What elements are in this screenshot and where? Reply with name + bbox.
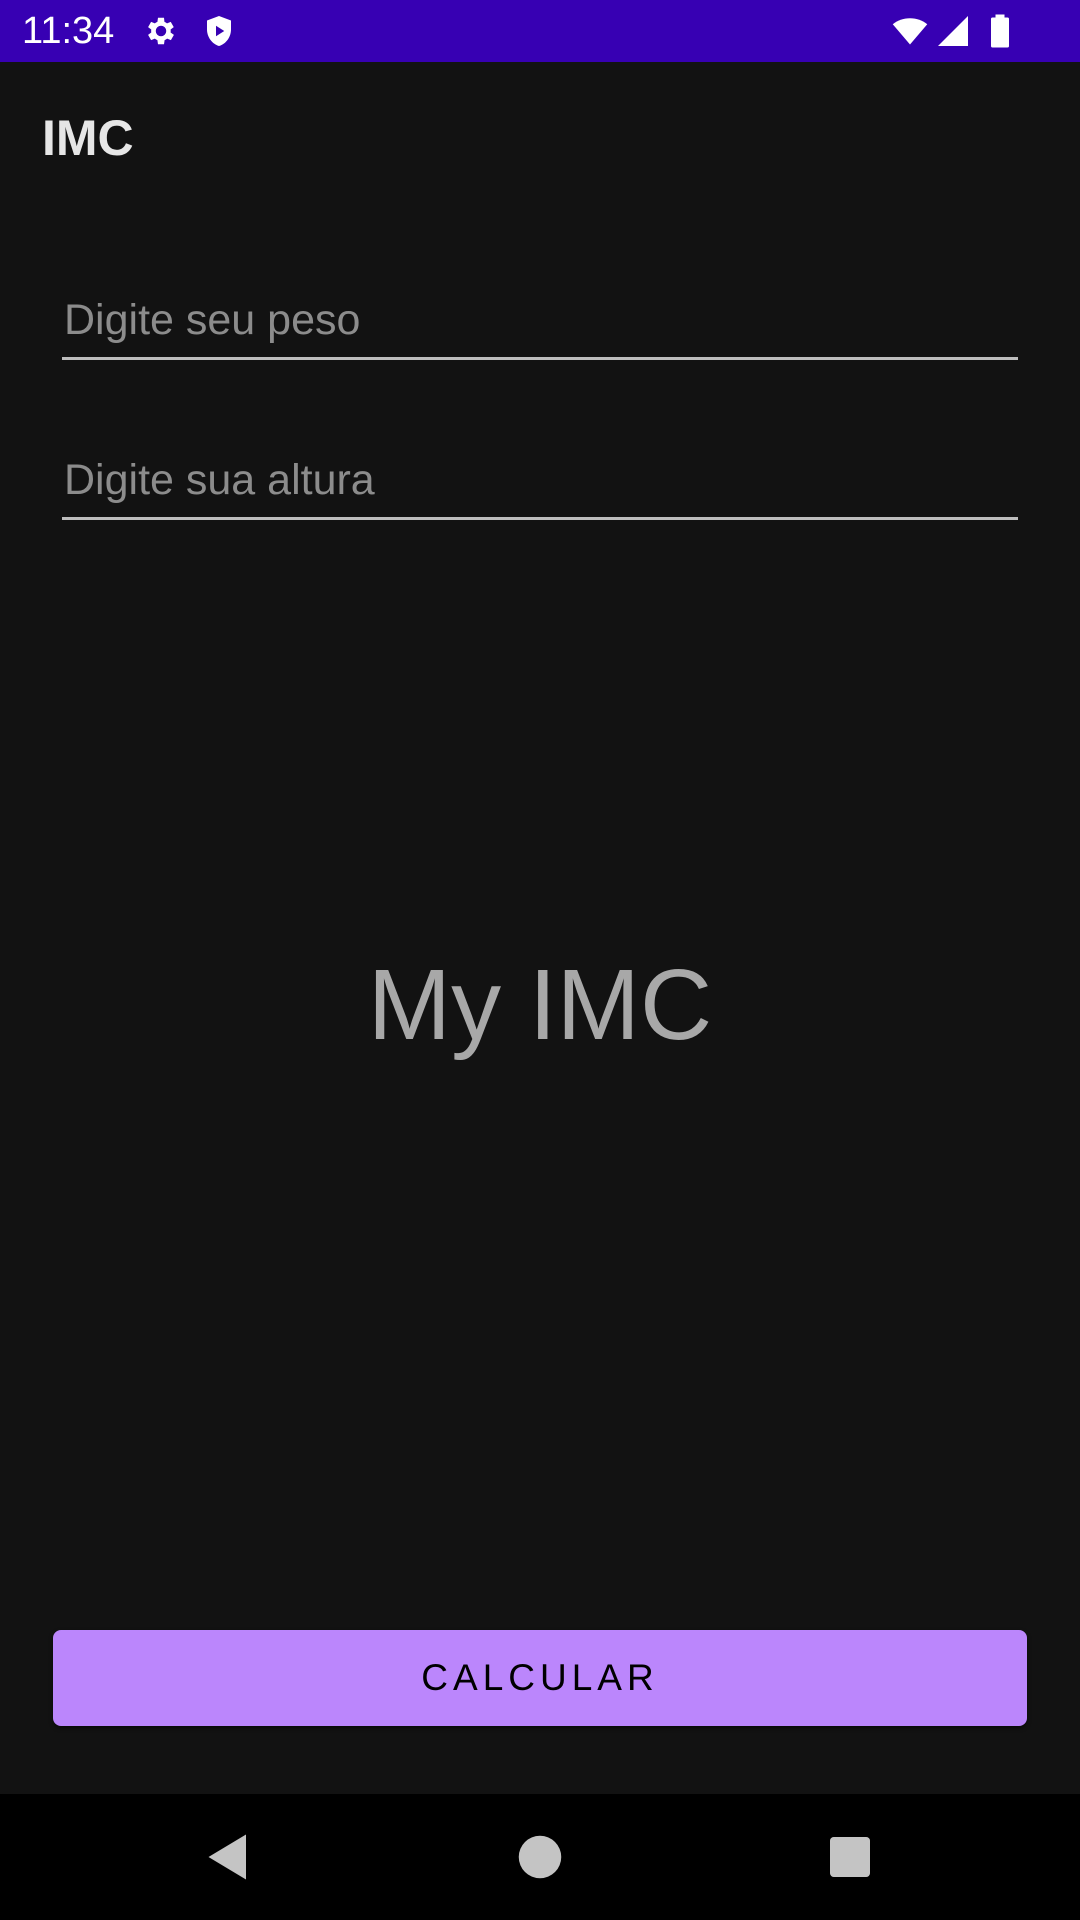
result-text: My IMC [367, 949, 713, 1061]
recents-icon[interactable] [820, 1827, 880, 1887]
gear-icon [143, 13, 179, 49]
weight-field [62, 290, 1018, 360]
status-time: 11:34 [22, 10, 115, 52]
screen: 11:34 IMC My IMC CALCULAR [0, 0, 1080, 1920]
wifi-icon [890, 13, 930, 49]
status-bar: 11:34 [0, 0, 1080, 62]
height-field [62, 450, 1018, 520]
signal-icon [935, 13, 971, 49]
weight-input[interactable] [62, 290, 1018, 357]
battery-icon [982, 13, 1018, 49]
app-title: IMC [42, 110, 134, 166]
home-icon[interactable] [510, 1827, 570, 1887]
calculate-button[interactable]: CALCULAR [53, 1630, 1027, 1726]
navigation-bar [0, 1794, 1080, 1920]
shield-icon [201, 13, 237, 49]
back-icon[interactable] [196, 1827, 256, 1887]
height-input[interactable] [62, 450, 1018, 517]
